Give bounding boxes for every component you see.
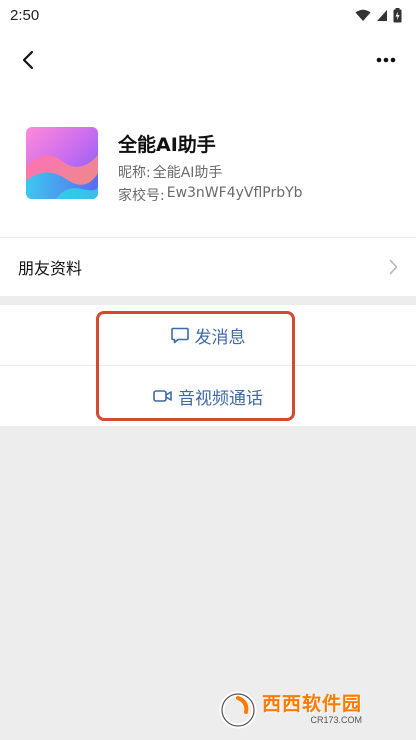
profile-name: 全能AI助手 xyxy=(118,134,216,156)
watermark-swirl-icon xyxy=(219,691,257,729)
nickname-label: 昵称: xyxy=(118,165,151,181)
video-call-button[interactable]: 音视频通话 xyxy=(0,366,416,426)
cellular-icon xyxy=(377,9,387,21)
chat-bubble-icon xyxy=(170,327,189,343)
more-dots-icon xyxy=(376,57,396,63)
video-call-label: 音视频通话 xyxy=(178,388,263,409)
more-options-button[interactable] xyxy=(372,46,400,74)
nickname-value: 全能AI助手 xyxy=(152,165,223,181)
watermark-logo: 西西软件园 CR173.COM xyxy=(218,688,400,732)
wifi-icon xyxy=(355,9,371,21)
avatar-image xyxy=(26,127,98,199)
friend-info-row[interactable]: 朋友资料 xyxy=(0,238,416,296)
send-message-button[interactable]: 发消息 xyxy=(0,305,416,365)
chevron-right-icon xyxy=(389,259,398,275)
friend-info-label: 朋友资料 xyxy=(18,259,83,278)
section-gap xyxy=(0,296,416,305)
send-message-label: 发消息 xyxy=(194,327,246,348)
status-icons xyxy=(355,7,402,23)
nickname-row: 昵称: 全能AI助手 xyxy=(118,162,222,182)
battery-icon xyxy=(393,7,402,22)
watermark-subtitle: CR173.COM xyxy=(310,715,363,725)
school-id-label: 家校号: xyxy=(118,188,165,204)
watermark-title: 西西软件园 xyxy=(262,693,363,715)
school-id-value: Ew3nWF4yVflPrbYb xyxy=(166,185,303,201)
video-camera-icon xyxy=(153,390,172,402)
status-bar: 2:50 xyxy=(0,0,416,30)
chevron-left-icon xyxy=(22,50,34,70)
status-time: 2:50 xyxy=(10,6,40,24)
watermark-text: 西西软件园 CR173.COM xyxy=(262,695,362,725)
back-button[interactable] xyxy=(14,46,42,74)
avatar[interactable] xyxy=(26,127,98,199)
school-id-row: 家校号: Ew3nWF4yVflPrbYb xyxy=(118,185,303,205)
top-navigation-bar xyxy=(0,30,416,90)
profile-card: 全能AI助手 昵称: 全能AI助手 家校号: Ew3nWF4yVflPrbYb xyxy=(0,90,416,237)
